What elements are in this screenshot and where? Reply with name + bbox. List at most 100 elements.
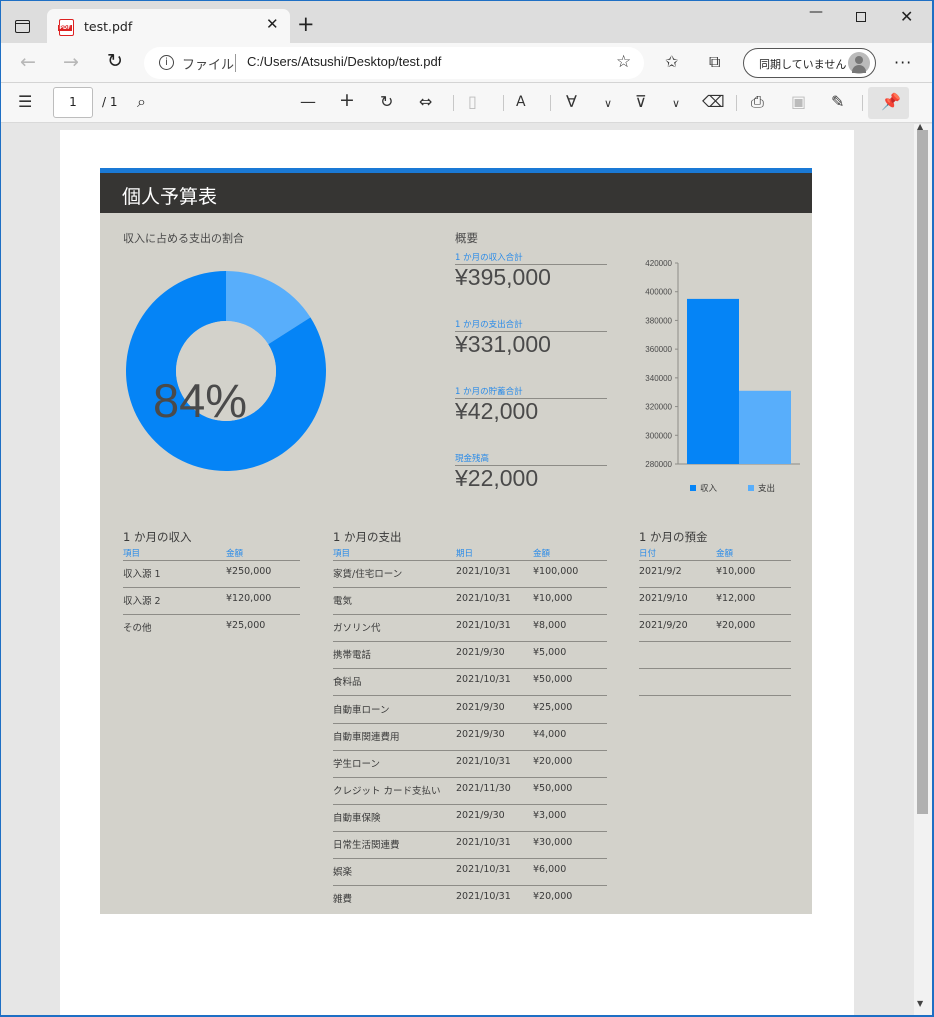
ratio-value: 84% (153, 374, 248, 427)
sync-profile-button[interactable]: 同期していません (743, 48, 876, 78)
info-icon[interactable]: i (159, 55, 174, 70)
forward-icon[interactable]: → (63, 51, 79, 73)
scrollbar-thumb[interactable] (917, 130, 928, 814)
table-cell: 自動車関連費用 (333, 731, 400, 743)
search-icon[interactable]: ⌕ (137, 93, 146, 111)
avatar (848, 52, 870, 74)
table-row-rule (639, 614, 791, 616)
table-cell: ¥8,000 (533, 620, 567, 632)
vertical-scrollbar[interactable]: ▲ ▼ (914, 122, 932, 1015)
read-aloud-icon[interactable]: A (516, 93, 526, 111)
table-cell: ¥50,000 (533, 782, 573, 794)
browser-window: PDF test.pdf ✕ + — ✕ ← → ↻ i ファイル C:/Use… (1, 1, 932, 1015)
page-total: / 1 (102, 95, 118, 109)
table-cell: ¥12,000 (716, 593, 756, 605)
budget-sheet: 個人予算表 収入に占める支出の割合 84% 概要 1 か月の収入合計 ¥395,0… (100, 168, 812, 914)
minimize-icon[interactable]: — (809, 4, 823, 20)
zoom-out-icon[interactable]: — (300, 93, 316, 111)
pdf-file-icon: PDF (58, 19, 74, 36)
highlight-options-chevron-down-icon[interactable]: ∨ (672, 95, 680, 113)
sync-label: 同期していません (759, 58, 847, 71)
table-cell: ¥120,000 (226, 593, 272, 605)
tab-title: test.pdf (84, 19, 133, 34)
draw-icon[interactable]: ∀ (566, 93, 577, 111)
table-header-cell: 金額 (226, 549, 244, 559)
address-url[interactable]: C:/Users/Atsushi/Desktop/test.pdf (247, 54, 441, 69)
table-cell: ¥250,000 (226, 566, 272, 577)
y-tick-label: 420000 (645, 259, 672, 268)
new-tab-icon[interactable]: + (297, 14, 315, 35)
save-as-icon[interactable]: ✎ (831, 93, 844, 111)
add-favorite-icon[interactable]: ☆ (616, 52, 631, 72)
zoom-in-icon[interactable]: + (339, 91, 355, 110)
window-close-icon[interactable]: ✕ (900, 7, 913, 26)
table-cell: ガソリン代 (333, 623, 381, 635)
summary-title: 概要 (455, 231, 478, 245)
collections-icon[interactable]: ⧉ (709, 52, 720, 72)
table-cell: 2021/11/30 (456, 782, 511, 794)
donut-chart (125, 271, 326, 471)
table-row-rule (333, 614, 607, 616)
toolbar-divider (862, 95, 863, 111)
maximize-icon[interactable] (856, 12, 866, 22)
table-cell: ¥20,000 (716, 620, 756, 632)
table-row-rule (333, 722, 607, 724)
table-cell: ¥20,000 (533, 891, 573, 903)
print-icon[interactable]: ⎙ (751, 93, 764, 111)
rotate-icon[interactable]: ↻ (380, 93, 393, 111)
summary-label: 1 か月の支出合計 (455, 318, 607, 332)
eraser-icon[interactable]: ⌫ (702, 93, 725, 111)
page-number-input[interactable]: 1 (53, 87, 93, 118)
back-icon[interactable]: ← (20, 51, 36, 73)
table-cell: 2021/9/30 (456, 701, 505, 713)
table-cell: ¥25,000 (226, 620, 266, 632)
table-header-cell: 金額 (533, 549, 551, 559)
y-tick-label: 400000 (645, 288, 672, 297)
table-cell: ¥10,000 (716, 566, 756, 577)
table-header-rule (639, 560, 791, 561)
table-row-rule (123, 587, 300, 588)
contents-icon[interactable]: ☰ (18, 93, 32, 111)
table-cell: 2021/10/31 (456, 566, 511, 577)
deposits-title: 1 か月の預金 (639, 530, 708, 544)
y-tick-label: 360000 (645, 345, 672, 354)
table-row-rule (333, 803, 607, 805)
scroll-down-icon[interactable]: ▼ (917, 999, 923, 1008)
toolbar-divider (736, 95, 737, 111)
address-bar[interactable]: i ファイル C:/Users/Atsushi/Desktop/test.pdf… (144, 47, 644, 79)
fit-width-icon[interactable]: ⇔ (419, 93, 432, 111)
table-cell: 2021/10/31 (456, 864, 511, 876)
table-row-rule (639, 695, 791, 697)
y-tick-label: 340000 (645, 374, 672, 383)
table-row-rule (333, 587, 607, 588)
table-cell: 2021/9/30 (456, 647, 505, 659)
favorites-icon[interactable]: ✩ (665, 52, 678, 71)
legend-swatch (748, 485, 754, 491)
tab-test-pdf[interactable]: PDF test.pdf ✕ (47, 9, 290, 43)
table-cell: ¥5,000 (533, 647, 567, 659)
highlight-icon[interactable]: ⊽ (635, 93, 647, 111)
sheet-header: 個人予算表 (100, 168, 812, 213)
close-icon[interactable]: ✕ (266, 15, 279, 33)
table-cell: 自動車ローン (333, 704, 390, 716)
table-cell: ¥25,000 (533, 701, 573, 713)
table-cell: クレジット カード支払い (333, 785, 441, 797)
pin-toolbar-button[interactable]: 📌 (868, 87, 909, 119)
more-icon[interactable]: ··· (894, 53, 912, 72)
draw-options-chevron-down-icon[interactable]: ∨ (604, 95, 612, 113)
table-cell: 2021/10/31 (456, 593, 511, 605)
tab-actions-icon[interactable] (15, 20, 30, 33)
refresh-icon[interactable]: ↻ (107, 50, 123, 72)
summary-label: 1 か月の貯蓄合計 (455, 385, 607, 399)
table-header-cell: 日付 (639, 549, 657, 559)
y-tick-label: 320000 (645, 403, 672, 412)
table-cell: 食料品 (333, 677, 362, 689)
toolbar-divider (550, 95, 551, 111)
table-row-rule (333, 776, 607, 778)
sheet-title: 個人予算表 (122, 186, 218, 208)
summary-value: ¥42,000 (455, 398, 539, 424)
table-row-rule (639, 641, 791, 643)
table-cell: 2021/9/30 (456, 809, 505, 821)
address-toolbar: ← → ↻ i ファイル C:/Users/Atsushi/Desktop/te… (1, 43, 932, 83)
table-cell: 娯楽 (333, 867, 353, 879)
